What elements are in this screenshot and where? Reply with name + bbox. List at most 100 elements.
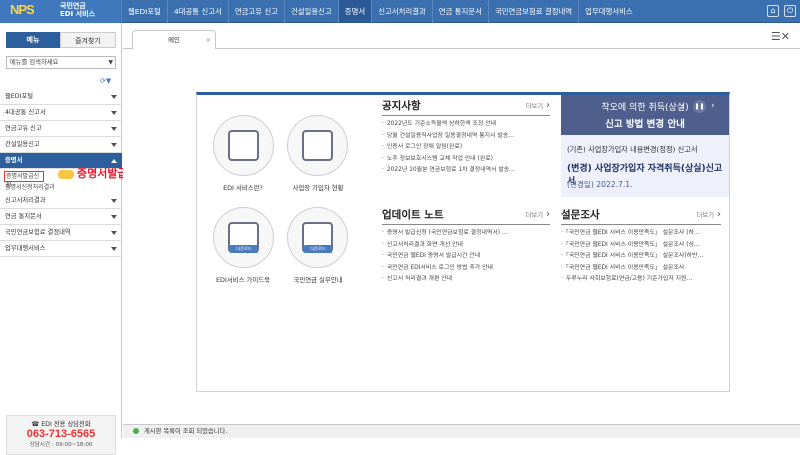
update-item[interactable]: 국민연금 웹EDI 증명서 발급시간 안내	[382, 251, 550, 263]
nav-item-pension-notices[interactable]: 연금 통지문서	[431, 0, 488, 23]
edi-service-intro-button[interactable]	[213, 115, 274, 176]
workplace-status-button[interactable]	[287, 115, 348, 176]
tab-favorites[interactable]: 즐겨찾기	[60, 32, 116, 48]
phone-support-box: ☎ EDI 전용 상담전화 063-713-6565 상담시간 : 09:00~…	[6, 415, 116, 455]
banner-sub1: (기존) 사업장가입자 내용변경(정정) 신고서	[567, 145, 698, 154]
update-item[interactable]: 증명서 발급신청 (국민연금보험료 결정내역서) …	[382, 228, 550, 240]
notice-item[interactable]: 2022년 10월분 연금보험료 1차 결정내역서 발송…	[382, 165, 550, 177]
nps-logo[interactable]: NPS 국민연금 EDI 서비스	[0, 0, 120, 23]
tab-menu[interactable]: 메뉴	[6, 32, 60, 48]
chevron-right-icon: ›	[546, 100, 550, 111]
sidebar-subitem-certificate-request[interactable]: 증명서발급신청	[4, 171, 44, 189]
update-more-link[interactable]: 더보기 ›	[526, 209, 550, 220]
chevron-right-icon: ›	[546, 209, 550, 220]
sidebar-item-report-results[interactable]: 신고서처리결과	[0, 193, 122, 209]
notice-more-link[interactable]: 더보기 ›	[526, 100, 550, 111]
banner-prev-icon[interactable]: ‹	[681, 101, 685, 111]
sidebar-subitem-certificate-results[interactable]: 증명서신청처리결과	[0, 182, 122, 193]
document-icon	[302, 130, 333, 161]
sidebar-item-label: 증명서	[5, 157, 23, 164]
phone-label: ☎ EDI 전용 상담전화	[31, 421, 91, 428]
sidebar-item-webedi-portal[interactable]: 웹EDI포털	[0, 89, 122, 105]
nav-item-certificates[interactable]: 증명서	[337, 0, 372, 23]
survey-item[interactable]: 「국민연금 웹EDI 서비스 이용만족도」 설문조사 (상…	[561, 240, 721, 252]
survey-item[interactable]: 두루누리 사회보험료(연금/고용) 기준가입자 지원…	[561, 274, 721, 286]
status-indicator-icon	[133, 428, 139, 434]
nav-item-construction-reports[interactable]: 건설일용신고	[283, 0, 338, 23]
promo-banner[interactable]: 착오에 의한 취득(상실) 신고 방법 변경 안내 ‹ ❚❚ › (기존) 사업…	[561, 95, 729, 197]
collapse-all-icon[interactable]: ▼	[106, 77, 111, 85]
menu-toggle-icon[interactable]: ☰✕	[771, 30, 790, 43]
pointing-hand-icon	[58, 169, 74, 179]
survey-item[interactable]: 「국민연금 웹EDI 서비스 이용만족도」 설문조사 (하…	[561, 228, 721, 240]
chevron-down-icon	[111, 231, 117, 235]
survey-item[interactable]: 「국민연금 웹EDI 서비스 이용만족도」 설문조사(하반…	[561, 251, 721, 263]
sidebar: 메뉴 즐겨찾기 메뉴를 검색하세요 ▼ ⟳▼ 웹EDI포털 4대공통 신고서 연…	[0, 23, 122, 455]
divider	[382, 115, 550, 116]
survey-item[interactable]: 「국민연금 웹EDI 서비스 이용만족도」 설문조사	[561, 263, 721, 275]
dropdown-arrow-icon: ▼	[108, 59, 113, 66]
monitor-icon	[228, 130, 259, 161]
menu-search-placeholder: 메뉴를 검색하세요	[10, 59, 59, 66]
sidebar-item-premium-decisions[interactable]: 국민연금보험료 결정내역	[0, 225, 122, 241]
download-button[interactable]: 다운로드	[230, 245, 258, 253]
survey-more-label: 더보기	[696, 212, 714, 219]
chevron-up-icon	[111, 159, 117, 163]
logout-icon[interactable]: ⏻	[784, 5, 796, 17]
download-button[interactable]: 다운로드	[304, 245, 332, 253]
main-content: 메인 × ☰✕ EDI 서비스란? 사업장 가입자 현황 다운로드 EDI서비스 …	[123, 23, 800, 424]
notice-item[interactable]: 2022년도 기준소득월액 상하한액 조정 안내	[382, 119, 550, 131]
notice-item[interactable]: 인증서 로그인 장애 알림(완료)	[382, 142, 550, 154]
notice-item[interactable]: 당월 건설일용직사업장 일용결정내역 통지서 발송…	[382, 131, 550, 143]
pension-practice-button[interactable]: 다운로드	[287, 207, 348, 268]
logo-mark: NPS	[10, 2, 35, 17]
divider	[382, 224, 550, 225]
survey-section: 설문조사 더보기› 「국민연금 웹EDI 서비스 이용만족도」 설문조사 (하……	[561, 207, 721, 286]
phone-number: 063-713-6565	[26, 428, 96, 440]
chevron-down-icon	[111, 199, 117, 203]
sidebar-item-construction-reports[interactable]: 건설일용신고	[0, 137, 122, 153]
menu-search-input[interactable]: 메뉴를 검색하세요 ▼	[6, 56, 116, 69]
logo-line2: EDI 서비스	[60, 10, 95, 18]
nav-item-agency-service[interactable]: 업무대행서비스	[578, 0, 639, 23]
nav-item-premium-decisions[interactable]: 국민연금보험료 결정내역	[487, 0, 578, 23]
update-item[interactable]: 국민연금 EDI서비스 로그인 방법 추가 안내	[382, 263, 550, 275]
sidebar-item-common-reports[interactable]: 4대공통 신고서	[0, 105, 122, 121]
update-item[interactable]: 신고서처리결과 화면 개선 안내	[382, 240, 550, 252]
update-item[interactable]: 신고서 처리결과 개편 안내	[382, 274, 550, 286]
survey-more-link[interactable]: 더보기 ›	[697, 209, 721, 220]
banner-sub3: (변경일) 2022.7.1.	[567, 180, 633, 189]
notice-item[interactable]: 노후 정보보호시스템 교체 작업 안내 (완료)	[382, 154, 550, 166]
tab-main[interactable]: 메인 ×	[132, 30, 216, 49]
home-icon[interactable]: ⌂	[767, 5, 779, 17]
sidebar-item-pension-notices[interactable]: 연금 통지문서	[0, 209, 122, 225]
sidebar-item-label: 웹EDI포털	[5, 93, 34, 100]
chevron-down-icon	[111, 95, 117, 99]
sidebar-item-label: 4대공통 신고서	[5, 109, 46, 116]
close-icon[interactable]: ×	[206, 31, 211, 49]
sidebar-item-agency-service[interactable]: 업무대행서비스	[0, 241, 122, 257]
nav-item-common-reports[interactable]: 4대공통 신고서	[166, 0, 228, 23]
nav-item-webedi-portal[interactable]: 웹EDI포털	[121, 0, 167, 23]
sidebar-item-label: 연금고유 신고	[5, 125, 42, 132]
edi-guidebook-button[interactable]: 다운로드	[213, 207, 274, 268]
menu-tools: ⟳▼	[100, 77, 111, 85]
pension-practice-label: 국민연금 실무안내	[293, 276, 343, 284]
chevron-down-icon	[111, 215, 117, 219]
phone-hours: 상담시간 : 09:00~18:00	[29, 442, 93, 448]
notice-section: 공지사항 더보기› 2022년도 기준소득월액 상하한액 조정 안내 당월 건설…	[382, 98, 550, 177]
top-navigation-bar: NPS 국민연금 EDI 서비스 웹EDI포털 4대공통 신고서 연금고유 신고 …	[0, 0, 800, 23]
sidebar-item-label: 건설일용신고	[5, 141, 40, 148]
update-notes-section: 업데이트 노트 더보기› 증명서 발급신청 (국민연금보험료 결정내역서) … …	[382, 207, 550, 286]
chevron-down-icon	[111, 143, 117, 147]
nav-item-pension-reports[interactable]: 연금고유 신고	[227, 0, 284, 23]
sidebar-item-pension-reports[interactable]: 연금고유 신고	[0, 121, 122, 137]
notice-more-label: 더보기	[525, 103, 543, 110]
nav-item-report-results[interactable]: 신고서처리결과	[371, 0, 432, 23]
banner-next-icon[interactable]: ›	[711, 101, 715, 111]
logo-line1: 국민연금	[60, 2, 86, 10]
pause-icon[interactable]: ❚❚	[693, 100, 706, 113]
document-tab-bar: 메인 × ☰✕	[123, 23, 800, 49]
chevron-down-icon	[111, 247, 117, 251]
tab-main-label: 메인	[168, 36, 180, 44]
